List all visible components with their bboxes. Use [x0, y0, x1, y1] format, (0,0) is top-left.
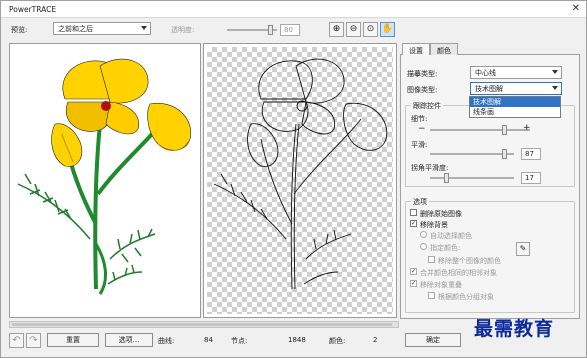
detail-slider[interactable]	[430, 129, 530, 131]
watermark-text: 最需教育	[474, 318, 555, 340]
scrollbar-thumb[interactable]	[12, 323, 392, 326]
chevron-down-icon	[552, 70, 558, 74]
detail-minus-icon[interactable]: −	[418, 124, 426, 134]
window-title: PowerTRACE	[9, 5, 57, 14]
reset-button[interactable]: 重置	[47, 333, 99, 347]
preview-value: 之前和之后	[58, 25, 93, 33]
delete-original-label: 删除原始图像	[420, 210, 462, 218]
image-type-value: 技术图解	[475, 85, 503, 93]
toolbar: 预览: 之前和之后 透明度: 80 ⊕ ⊖ ⊙ ✋	[1, 19, 586, 41]
group-by-color-label: 根据颜色分组对象	[438, 293, 494, 301]
preview-label: 预览:	[11, 26, 28, 34]
horizontal-scrollbar[interactable]	[9, 321, 399, 328]
trace-controls-title: 跟踪控件	[411, 101, 443, 111]
zoom-out-icon[interactable]: ⊖	[346, 22, 361, 37]
remove-background-checkbox[interactable]: ✓	[410, 220, 417, 227]
remove-background-label: 移除背景	[420, 221, 448, 229]
chevron-down-icon	[141, 26, 147, 30]
trace-type-value: 中心线	[475, 69, 496, 77]
auto-select-color-label: 自动选择颜色	[430, 232, 472, 240]
image-type-select[interactable]: 技术图解	[470, 82, 562, 95]
specify-color-label: 指定颜色:	[430, 244, 461, 252]
transparency-slider-thumb[interactable]	[268, 25, 273, 35]
remove-overlap-label: 移除对象重叠	[420, 281, 462, 289]
remove-whole-image-color-label: 移除整个图像的颜色	[438, 257, 501, 265]
traced-preview-pane[interactable]	[203, 43, 397, 318]
chevron-down-icon	[552, 86, 558, 90]
tab-colors[interactable]: 颜色	[430, 43, 458, 55]
remove-overlap-checkbox[interactable]: ✓	[410, 280, 417, 287]
options-group: 选项 删除原始图像 ✓ 移除背景 自动选择颜色 指定颜色: ✎ 移除整个图像的颜…	[405, 197, 575, 313]
transparency-label: 透明度:	[171, 26, 195, 34]
remove-whole-image-color-checkbox[interactable]	[428, 256, 435, 263]
close-icon[interactable]: ✕	[572, 3, 580, 14]
corner-smoothness-slider-thumb[interactable]	[444, 173, 449, 183]
corner-smoothness-slider[interactable]	[430, 177, 514, 179]
detail-slider-thumb[interactable]	[502, 125, 507, 135]
group-by-color-checkbox[interactable]	[428, 292, 435, 299]
title-bar: PowerTRACE ✕	[1, 1, 586, 18]
zoom-in-icon[interactable]: ⊕	[329, 22, 344, 37]
curves-value: 84	[204, 336, 213, 344]
undo-icon[interactable]: ↶	[9, 333, 24, 348]
colors-value: 2	[373, 336, 378, 344]
redo-icon[interactable]: ↷	[26, 333, 41, 348]
nodes-label: 节点:	[231, 337, 248, 345]
detail-plus-icon[interactable]: +	[523, 123, 531, 133]
image-type-dropdown-list: 技术图解 线条画	[469, 96, 561, 118]
settings-panel: 设置 颜色 描摹类型: 中心线 图像类型: 技术图解 跟踪控件 细节: − + …	[400, 43, 580, 319]
original-flower-image	[17, 58, 192, 295]
preview-select[interactable]: 之前和之后	[53, 22, 151, 35]
image-type-option-line-art[interactable]: 线条画	[470, 107, 560, 117]
settings-tab-body: 描摹类型: 中心线 图像类型: 技术图解 跟踪控件 细节: − + 平滑: 87	[400, 55, 580, 319]
transparency-value[interactable]: 80	[280, 24, 300, 36]
specify-color-radio[interactable]	[420, 243, 427, 250]
traced-flower-outline	[213, 58, 388, 290]
auto-select-color-radio[interactable]	[420, 231, 427, 238]
options-title: 选项	[411, 197, 429, 207]
colors-label: 颜色:	[329, 337, 346, 345]
panel-tabs: 设置 颜色	[400, 43, 580, 56]
image-type-label: 图像类型:	[407, 86, 438, 94]
merge-adjacent-checkbox[interactable]: ✓	[410, 268, 417, 275]
powertrace-window: PowerTRACE ✕ 预览: 之前和之后 透明度: 80 ⊕ ⊖ ⊙ ✋ 设…	[0, 0, 587, 358]
nodes-value: 1848	[288, 336, 306, 344]
smoothing-slider-thumb[interactable]	[502, 149, 507, 159]
curves-label: 曲线:	[158, 337, 175, 345]
eyedropper-icon[interactable]: ✎	[516, 242, 530, 256]
smoothing-value[interactable]: 87	[521, 148, 541, 160]
detail-label: 细节:	[411, 115, 428, 123]
ok-button[interactable]: 确定	[405, 333, 461, 347]
pan-hand-icon[interactable]: ✋	[380, 22, 395, 37]
trace-type-select[interactable]: 中心线	[470, 66, 562, 79]
image-type-option-technical[interactable]: 技术图解	[470, 97, 560, 107]
smoothing-label: 平滑:	[411, 141, 428, 149]
original-preview-pane[interactable]	[9, 43, 201, 318]
merge-adjacent-label: 合并颜色相同的相邻对象	[420, 269, 497, 277]
corner-smoothness-value[interactable]: 17	[521, 172, 541, 184]
delete-original-checkbox[interactable]	[410, 209, 417, 216]
trace-type-label: 描摹类型:	[407, 70, 438, 78]
options-button[interactable]: 选项...	[105, 333, 153, 347]
zoom-fit-icon[interactable]: ⊙	[363, 22, 378, 37]
corner-smoothness-label: 拐角平滑度:	[411, 164, 449, 172]
